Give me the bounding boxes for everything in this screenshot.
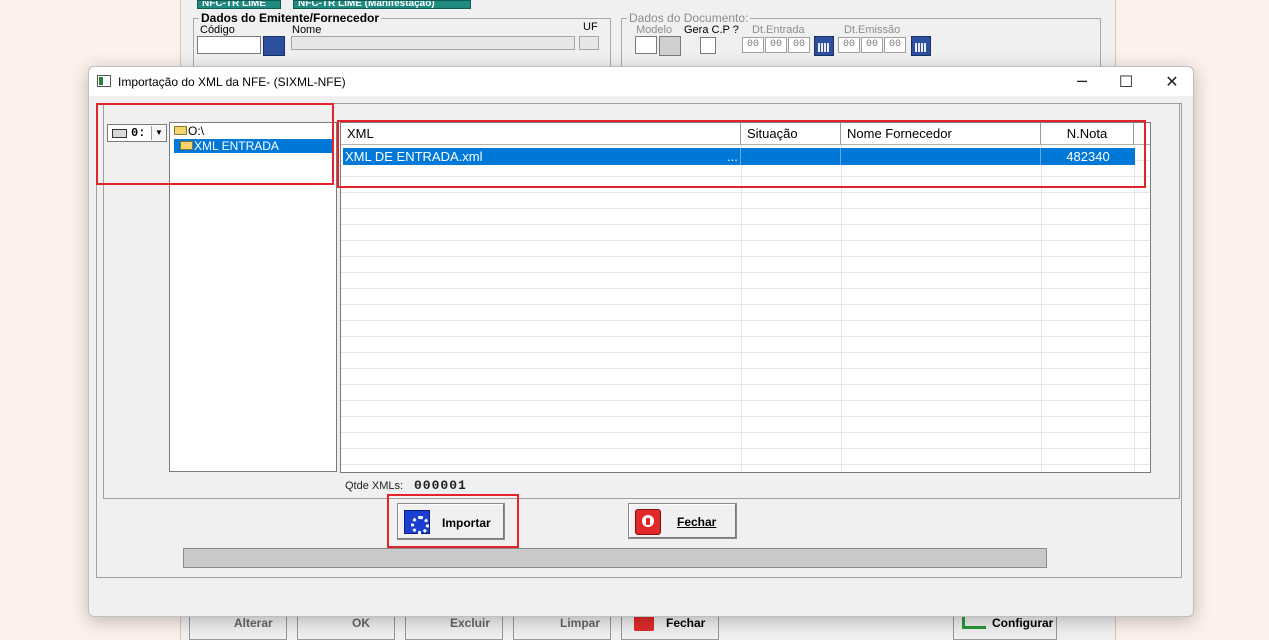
progress-bar <box>183 548 1047 568</box>
highlight-box-importar <box>387 494 519 548</box>
qtde-xmls-value: 000001 <box>414 478 467 493</box>
codigo-label: Código <box>200 24 235 36</box>
excluir-label: Excluir <box>450 616 491 630</box>
ok-label: OK <box>352 616 370 630</box>
grid-divider <box>1134 145 1135 472</box>
grid-lines <box>341 145 1150 472</box>
codigo-input[interactable] <box>197 36 261 54</box>
fechar-label: Fechar <box>677 515 717 529</box>
alterar-label: Alterar <box>234 616 273 630</box>
uf-label: UF <box>583 21 598 33</box>
uf-input[interactable] <box>579 36 599 50</box>
calendar-icon[interactable] <box>911 36 931 56</box>
nome-input[interactable] <box>291 36 575 50</box>
gera-cp-checkbox[interactable] <box>700 37 716 54</box>
dt-entrada-day[interactable]: 00 <box>742 37 764 53</box>
dt-emissao-label: Dt.Emissão <box>844 24 901 36</box>
maximize-button[interactable]: ☐ <box>1103 67 1149 96</box>
fechar-parent-label: Fechar <box>666 616 706 630</box>
documento-group-title: Dados do Documento: <box>627 11 751 25</box>
minimize-button[interactable]: ─ <box>1059 67 1105 96</box>
gera-cp-label: Gera C.P ? <box>684 24 739 36</box>
modelo-search-icon[interactable] <box>659 36 681 56</box>
dt-entrada-year[interactable]: 00 <box>788 37 810 53</box>
grid-divider <box>1041 145 1042 472</box>
dt-emissao-month[interactable]: 00 <box>861 37 883 53</box>
limpar-label: Limpar <box>560 616 601 630</box>
highlight-box-folder <box>96 103 334 185</box>
modelo-input[interactable] <box>635 36 657 54</box>
dt-entrada-month[interactable]: 00 <box>765 37 787 53</box>
highlight-box-grid-row <box>337 120 1146 188</box>
power-icon <box>635 509 661 535</box>
modelo-label: Modelo <box>636 24 673 36</box>
window-title: Importação do XML da NFE- (SIXML-NFE) <box>118 75 346 89</box>
qtde-xmls-label: Qtde XMLs: <box>345 480 404 492</box>
nome-label: Nome <box>292 24 322 36</box>
fechar-button[interactable]: Fechar <box>628 503 737 539</box>
close-window-button[interactable]: ✕ <box>1149 67 1195 96</box>
configurar-label: Configurar <box>992 616 1054 630</box>
calendar-icon[interactable] <box>814 36 834 56</box>
dt-emissao-year[interactable]: 00 <box>884 37 906 53</box>
import-xml-dialog: Importação do XML da NFE- (SIXML-NFE) ─ … <box>88 66 1194 617</box>
app-icon <box>97 75 111 87</box>
tab-nfc-time[interactable]: NFC-TR LIME <box>197 0 281 9</box>
dt-emissao-day[interactable]: 00 <box>838 37 860 53</box>
dt-entrada-label: Dt.Entrada <box>752 24 805 36</box>
emitente-group-title: Dados do Emitente/Fornecedor <box>199 11 382 25</box>
title-bar[interactable]: Importação do XML da NFE- (SIXML-NFE) ─ … <box>89 67 1193 96</box>
search-folder-icon[interactable] <box>263 36 285 56</box>
tab-nfc-manifestacao[interactable]: NFC-TR LIME (Manifestação) <box>293 0 471 9</box>
grid-divider <box>741 145 742 472</box>
grid-divider <box>841 145 842 472</box>
